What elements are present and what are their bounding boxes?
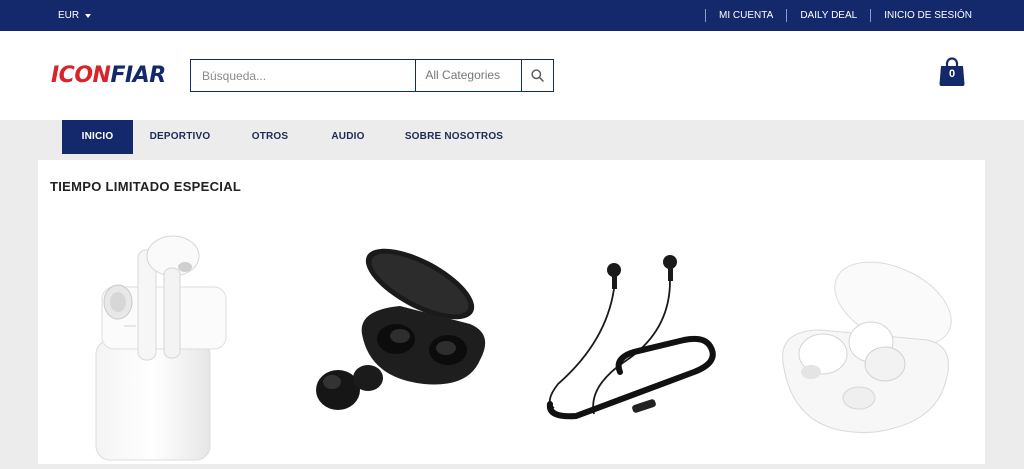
- nav-item-otros[interactable]: OTROS: [243, 120, 297, 154]
- currency-label: EUR: [58, 10, 80, 21]
- logo-part-navy: FIAR: [110, 63, 166, 88]
- product-image-white-earbuds-case: [95, 235, 227, 461]
- limited-offer-section: TIEMPO LIMITADO ESPECIAL: [38, 160, 985, 464]
- product-card[interactable]: [757, 212, 979, 464]
- search-input[interactable]: [191, 60, 416, 91]
- product-image-black-earbuds-case: [316, 248, 486, 410]
- site-logo[interactable]: ICONFIAR: [51, 63, 166, 88]
- my-account-link[interactable]: MI CUENTA: [706, 9, 786, 22]
- section-title: TIEMPO LIMITADO ESPECIAL: [50, 179, 242, 194]
- search-icon: [531, 69, 544, 82]
- main-nav: INICIO DEPORTIVO OTROS AUDIO SOBRE NOSOT…: [0, 120, 1024, 154]
- header: ICONFIAR All Categories 0: [0, 31, 1024, 120]
- category-select[interactable]: All Categories: [415, 60, 521, 91]
- cart-button[interactable]: 0: [938, 57, 966, 87]
- nav-item-deportivo[interactable]: DEPORTIVO: [141, 120, 219, 154]
- product-card[interactable]: [290, 212, 512, 464]
- currency-selector[interactable]: EUR: [58, 10, 92, 21]
- login-link[interactable]: INICIO DE SESIÓN: [871, 9, 986, 22]
- search-bar: All Categories: [190, 59, 554, 92]
- nav-item-sobre-nosotros[interactable]: SOBRE NOSOTROS: [399, 120, 509, 154]
- search-button[interactable]: [521, 60, 553, 91]
- product-image-white-earbuds-round-case: [782, 261, 952, 433]
- nav-item-inicio[interactable]: INICIO: [62, 120, 133, 154]
- nav-item-audio[interactable]: AUDIO: [321, 120, 375, 154]
- cart-count-badge: 0: [948, 68, 956, 80]
- logo-part-red: ICON: [51, 63, 111, 88]
- top-bar: EUR MI CUENTA DAILY DEAL INICIO DE SESIÓ…: [0, 0, 1024, 31]
- chevron-down-icon: [85, 13, 92, 18]
- daily-deal-link[interactable]: DAILY DEAL: [787, 9, 870, 22]
- product-image-neckband-earphones: [546, 255, 716, 420]
- top-links: MI CUENTA DAILY DEAL INICIO DE SESIÓN: [705, 9, 986, 22]
- product-card[interactable]: [50, 212, 272, 464]
- product-card[interactable]: [524, 212, 746, 464]
